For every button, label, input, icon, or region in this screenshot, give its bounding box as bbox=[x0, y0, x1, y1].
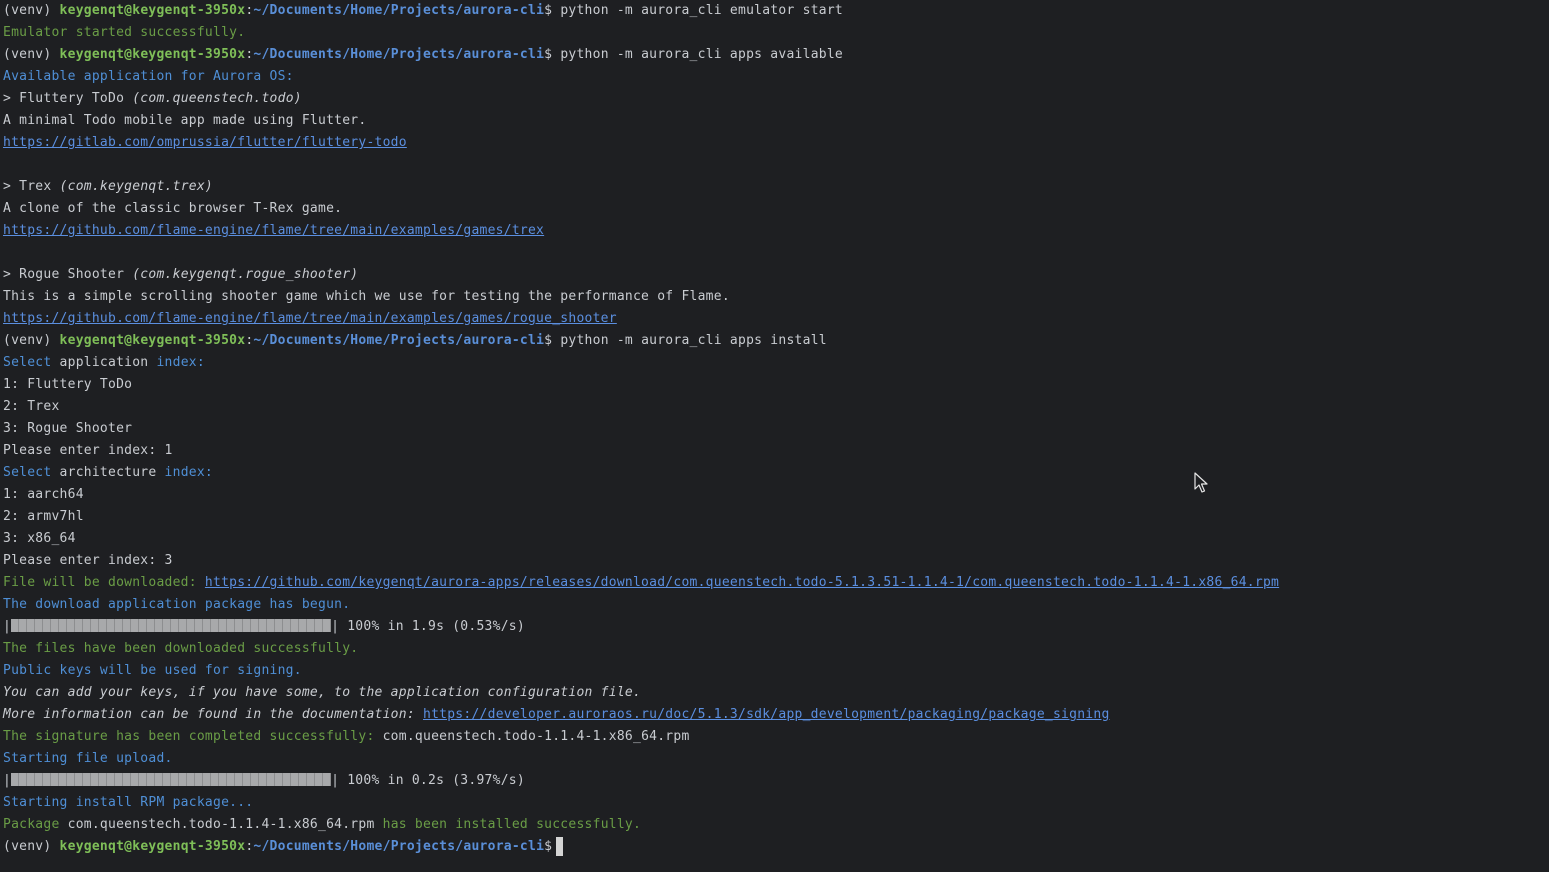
terminal-line-5: > Fluttery ToDo (com.queenstech.todo) bbox=[3, 88, 302, 110]
terminal-line-38: Package com.queenstech.todo-1.1.4-1.x86_… bbox=[3, 814, 641, 836]
terminal-cursor[interactable] bbox=[556, 837, 563, 856]
index-word: index: bbox=[164, 465, 214, 480]
terminal-line-36: | | 100% in 0.2s (3.97%/s) bbox=[3, 770, 525, 792]
app-link[interactable]: https://github.com/flame-engine/flame/tr… bbox=[3, 311, 617, 326]
select-word: Select bbox=[3, 355, 52, 370]
terminal-line-9: > Trex (com.keygenqt.trex) bbox=[3, 176, 213, 198]
app-link[interactable]: https://github.com/flame-engine/flame/tr… bbox=[3, 223, 544, 238]
progress-left-edge: | bbox=[3, 619, 12, 634]
command-text: python -m aurora_cli apps install bbox=[560, 333, 827, 348]
venv-label: (venv) bbox=[3, 333, 60, 348]
index-word: index: bbox=[156, 355, 205, 370]
app-id: (com.keygenqt.trex) bbox=[59, 179, 214, 194]
terminal-line-16: (venv) keygenqt@keygenqt-3950x:~/Documen… bbox=[3, 330, 827, 352]
prompt-symbol: $ bbox=[544, 47, 561, 62]
terminal-line-14: This is a simple scrolling shooter game … bbox=[3, 289, 730, 304]
application-word: application bbox=[51, 355, 157, 370]
package-file: com.queenstech.todo-1.1.4-1.x86_64.rpm bbox=[67, 817, 375, 832]
mouse-pointer-icon bbox=[1194, 472, 1208, 493]
terminal-line-37: Starting install RPM package... bbox=[3, 795, 254, 810]
terminal-line-39: (venv) keygenqt@keygenqt-3950x:~/Documen… bbox=[3, 836, 560, 858]
prompt-path: ~/Documents/Home/Projects/aurora-cli bbox=[253, 333, 545, 348]
prompt-symbol: $ bbox=[544, 333, 561, 348]
venv-label: (venv) bbox=[3, 3, 60, 18]
app-name: > Fluttery ToDo bbox=[3, 91, 133, 106]
signature-label: The signature has been completed success… bbox=[3, 729, 383, 744]
installed-text: has been installed successfully. bbox=[374, 817, 642, 832]
terminal-line-2: Emulator started successfully. bbox=[3, 25, 246, 40]
prompt-user: keygenqt@keygenqt-3950x bbox=[59, 47, 246, 62]
terminal-window[interactable]: (venv) keygenqt@keygenqt-3950x:~/Documen… bbox=[0, 0, 1549, 872]
terminal-line-26: Please enter index: 3 bbox=[3, 553, 173, 568]
terminal-line-33: More information can be found in the doc… bbox=[3, 704, 1110, 726]
app-name: > Trex bbox=[3, 179, 60, 194]
docs-link[interactable]: https://developer.auroraos.ru/doc/5.1.3/… bbox=[423, 707, 1110, 722]
terminal-line-11: https://github.com/flame-engine/flame/tr… bbox=[3, 220, 544, 242]
terminal-line-19: 2: Trex bbox=[3, 399, 60, 414]
terminal-line-21: Please enter index: 1 bbox=[3, 443, 173, 458]
command-text: python -m aurora_cli emulator start bbox=[560, 3, 843, 18]
venv-label: (venv) bbox=[3, 839, 60, 854]
app-name: > Rogue Shooter bbox=[3, 267, 133, 282]
terminal-line-22: Select architecture index: bbox=[3, 462, 213, 484]
upload-progress-bar bbox=[11, 773, 332, 786]
prompt-path: ~/Documents/Home/Projects/aurora-cli bbox=[253, 3, 545, 18]
terminal-line-17: Select application index: bbox=[3, 352, 205, 374]
terminal-line-31: Public keys will be used for signing. bbox=[3, 663, 302, 678]
prompt-path: ~/Documents/Home/Projects/aurora-cli bbox=[253, 47, 545, 62]
prompt-user: keygenqt@keygenqt-3950x bbox=[59, 333, 246, 348]
progress-status: | 100% in 1.9s (0.53%/s) bbox=[331, 619, 525, 634]
terminal-line-30: The files have been downloaded successfu… bbox=[3, 641, 359, 656]
terminal-line-34: The signature has been completed success… bbox=[3, 726, 690, 748]
package-word: Package bbox=[3, 817, 68, 832]
download-progress-bar bbox=[11, 619, 332, 632]
terminal-line-28: The download application package has beg… bbox=[3, 597, 351, 612]
terminal-line-29: | | 100% in 1.9s (0.53%/s) bbox=[3, 616, 525, 638]
terminal-line-15: https://github.com/flame-engine/flame/tr… bbox=[3, 308, 617, 330]
terminal-line-23: 1: aarch64 bbox=[3, 487, 84, 502]
app-id: (com.keygenqt.rogue_shooter) bbox=[132, 267, 359, 282]
more-info-label: More information can be found in the doc… bbox=[3, 707, 423, 722]
download-link[interactable]: https://github.com/keygenqt/aurora-apps/… bbox=[205, 575, 1279, 590]
terminal-line-25: 3: x86_64 bbox=[3, 531, 76, 546]
progress-status: | 100% in 0.2s (3.97%/s) bbox=[331, 773, 525, 788]
terminal-line-13: > Rogue Shooter (com.keygenqt.rogue_shoo… bbox=[3, 264, 358, 286]
command-text: python -m aurora_cli apps available bbox=[560, 47, 843, 62]
prompt-symbol: $ bbox=[544, 3, 561, 18]
terminal-line-32: You can add your keys, if you have some,… bbox=[3, 685, 642, 700]
app-link[interactable]: https://gitlab.com/omprussia/flutter/flu… bbox=[3, 135, 407, 150]
prompt-user: keygenqt@keygenqt-3950x bbox=[59, 839, 246, 854]
terminal-line-6: A minimal Todo mobile app made using Flu… bbox=[3, 113, 367, 128]
terminal-line-35: Starting file upload. bbox=[3, 751, 173, 766]
terminal-line-4: Available application for Aurora OS: bbox=[3, 69, 294, 84]
terminal-line-18: 1: Fluttery ToDo bbox=[3, 377, 133, 392]
terminal-line-27: File will be downloaded: https://github.… bbox=[3, 572, 1279, 594]
progress-left-edge: | bbox=[3, 773, 12, 788]
terminal-line-3: (venv) keygenqt@keygenqt-3950x:~/Documen… bbox=[3, 44, 843, 66]
select-word: Select bbox=[3, 465, 52, 480]
prompt-path: ~/Documents/Home/Projects/aurora-cli bbox=[253, 839, 545, 854]
app-id: (com.queenstech.todo) bbox=[132, 91, 302, 106]
terminal-line-10: A clone of the classic browser T-Rex gam… bbox=[3, 201, 343, 216]
terminal-line-20: 3: Rogue Shooter bbox=[3, 421, 133, 436]
terminal-line-24: 2: armv7hl bbox=[3, 509, 84, 524]
architecture-word: architecture bbox=[51, 465, 165, 480]
signature-file: com.queenstech.todo-1.1.4-1.x86_64.rpm bbox=[382, 729, 690, 744]
download-label: File will be downloaded: bbox=[3, 575, 205, 590]
terminal-line-7: https://gitlab.com/omprussia/flutter/flu… bbox=[3, 132, 407, 154]
prompt-user: keygenqt@keygenqt-3950x bbox=[59, 3, 246, 18]
venv-label: (venv) bbox=[3, 47, 60, 62]
terminal-line-1: (venv) keygenqt@keygenqt-3950x:~/Documen… bbox=[3, 0, 843, 22]
